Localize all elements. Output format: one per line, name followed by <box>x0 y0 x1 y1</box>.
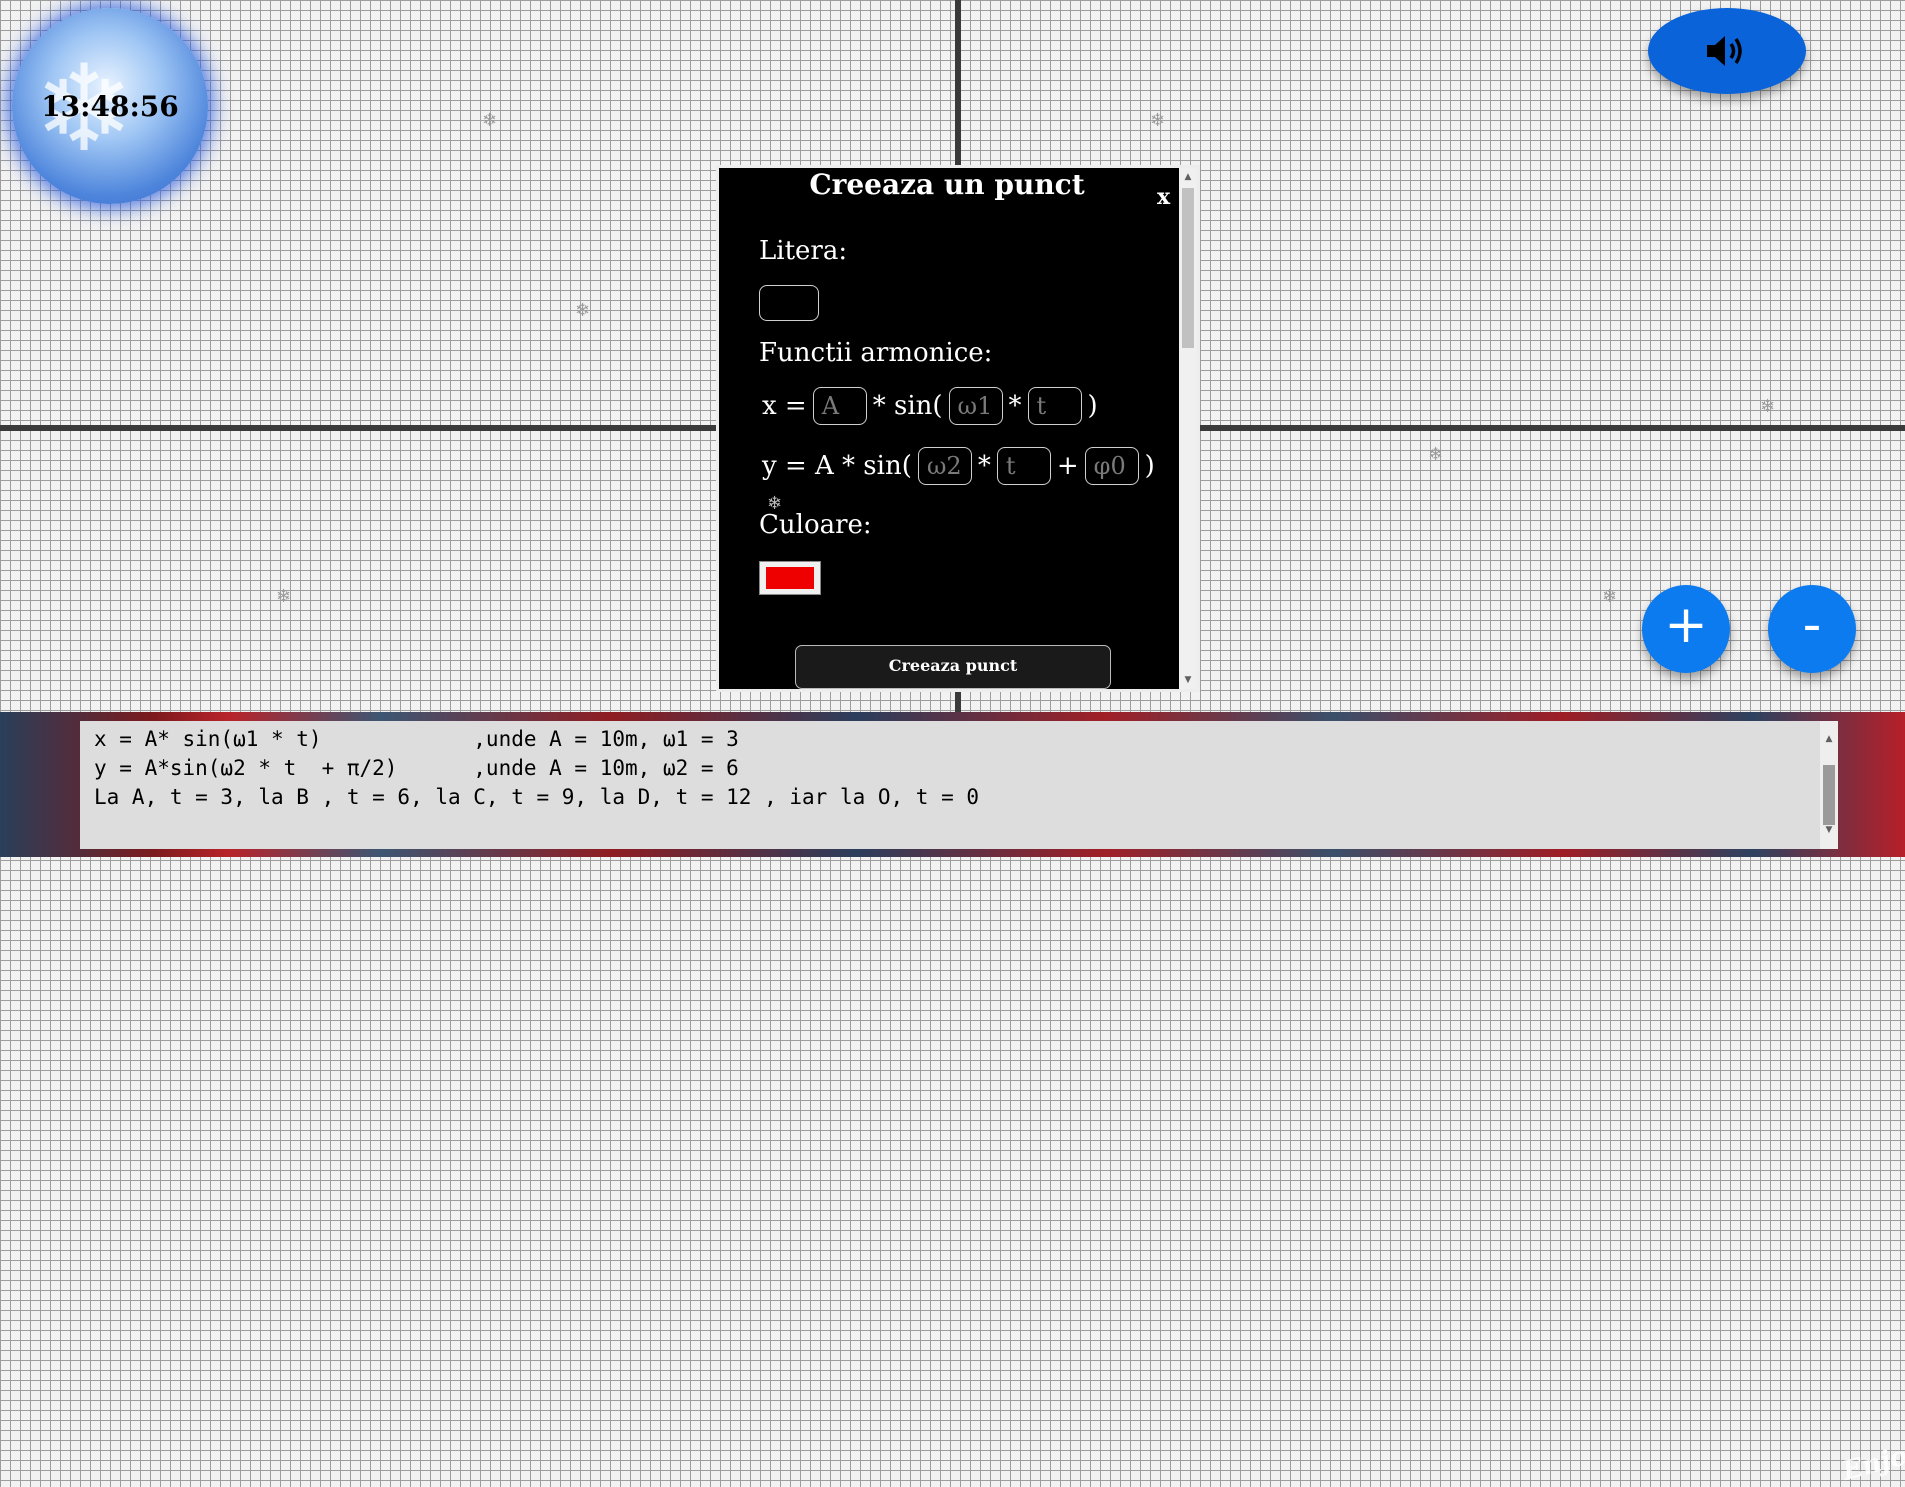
clock-time: 13:48:56 <box>41 89 179 123</box>
scroll-up-icon[interactable]: ▲ <box>1179 172 1197 182</box>
x-time-input[interactable]: t <box>1027 387 1082 425</box>
snowflake-icon: ❄ <box>276 586 292 607</box>
sound-button[interactable] <box>1648 8 1806 94</box>
snowflake-icon: ❄ <box>1150 110 1166 131</box>
banner-text: Enjoy <box>1839 1437 1905 1487</box>
snowflake-icon: ❄ <box>1602 586 1618 607</box>
y-equation-multiply: * <box>977 451 991 481</box>
harmonic-functions-label: Functii armonice: <box>759 338 993 368</box>
note-line: x = A* sin(ω1 * t) ,unde A = 10m, ω1 = 3 <box>94 727 739 751</box>
color-label: Culoare: <box>759 510 872 540</box>
note-line: La A, t = 3, la B , t = 6, la C, t = 9, … <box>94 785 980 809</box>
color-swatch <box>766 567 814 589</box>
letter-label: Litera: <box>759 236 848 266</box>
close-button[interactable]: x <box>1157 184 1170 210</box>
y-equation-row: y = A * sin( ω2 * t + φ0 ) <box>759 447 1158 485</box>
letter-input[interactable] <box>759 285 819 321</box>
y-time-input[interactable]: t <box>996 447 1051 485</box>
y-equation-plus: + <box>1056 451 1079 481</box>
dialog-scrollbar[interactable]: ▲ ▼ <box>1179 168 1197 689</box>
zoom-in-button[interactable]: + <box>1642 585 1730 673</box>
scroll-up-icon[interactable]: ▲ <box>1820 725 1838 754</box>
x-equation-close: ) <box>1087 391 1098 421</box>
scroll-down-icon[interactable]: ▼ <box>1820 816 1838 845</box>
amplitude-input[interactable]: A <box>812 387 867 425</box>
snowflake-icon: ❄ <box>482 110 498 131</box>
scroll-down-icon[interactable]: ▼ <box>1179 675 1197 685</box>
notes-textarea[interactable]: x = A* sin(ω1 * t) ,unde A = 10m, ω1 = 3… <box>80 721 1838 849</box>
scroll-thumb[interactable] <box>1182 188 1194 348</box>
x-equation-row: x = A * sin( ω1 * t ) <box>759 387 1101 425</box>
y-equation-prefix: y = A * sin( <box>762 451 912 481</box>
zoom-out-button[interactable]: - <box>1768 585 1856 673</box>
omega2-input[interactable]: ω2 <box>917 447 972 485</box>
y-equation-close: ) <box>1144 451 1155 481</box>
x-equation-sin: * sin( <box>872 391 943 421</box>
x-equation-multiply: * <box>1008 391 1022 421</box>
snowflake-icon: ❄ <box>1760 396 1776 417</box>
snowflake-icon: ❄ <box>1428 444 1444 465</box>
note-line: y = A*sin(ω2 * t + π/2) ,unde A = 10m, ω… <box>94 756 739 780</box>
omega1-input[interactable]: ω1 <box>948 387 1003 425</box>
phase-input[interactable]: φ0 <box>1084 447 1139 485</box>
snowflake-icon: ❄ <box>575 300 591 321</box>
create-point-button[interactable]: Creeaza punct <box>795 645 1111 689</box>
speaker-icon <box>1707 36 1742 66</box>
dialog-title: Creeaza un punct <box>809 168 1085 201</box>
notes-scrollbar[interactable]: ▲ ▼ <box>1820 721 1838 849</box>
clock-widget: ❄ 13:48:56 <box>12 8 208 204</box>
color-picker[interactable] <box>759 561 821 595</box>
create-point-dialog: Creeaza un punct x Litera: Functii armon… <box>716 165 1200 692</box>
x-equation-prefix: x = <box>762 391 807 421</box>
